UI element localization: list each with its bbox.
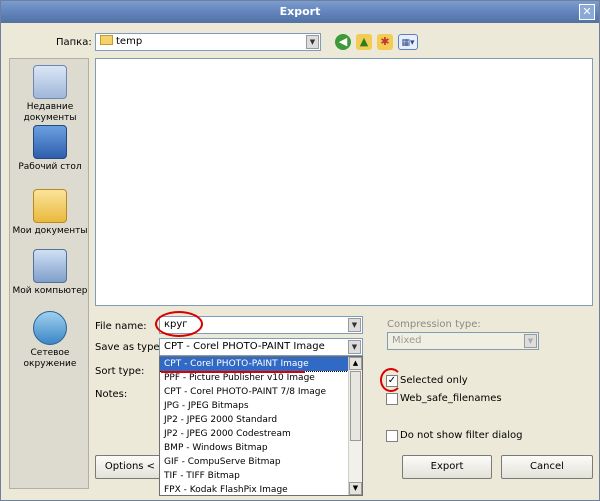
- my-documents-icon: [33, 189, 67, 223]
- no-filter-dialog-label[interactable]: Do not show filter dialog: [400, 430, 523, 441]
- no-filter-dialog-checkbox[interactable]: [386, 430, 398, 442]
- savetype-option[interactable]: JP2 - JPEG 2000 Codestream: [160, 427, 362, 441]
- file-list[interactable]: [95, 58, 593, 306]
- place-label: Рабочий стол: [18, 162, 82, 172]
- selected-only-label[interactable]: Selected only: [400, 375, 468, 386]
- savetype-option[interactable]: JPG - JPEG Bitmaps: [160, 399, 362, 413]
- dropdown-scrollbar[interactable]: ▲ ▼: [348, 357, 362, 495]
- scroll-thumb[interactable]: [350, 371, 361, 441]
- place-network[interactable]: Сетевое окружение: [10, 311, 90, 370]
- savetype-option[interactable]: CPT - Corel PHOTO-PAINT Image: [160, 357, 362, 372]
- savetype-option[interactable]: GIF - CompuServe Bitmap: [160, 455, 362, 469]
- sorttype-label: Sort type:: [95, 366, 145, 377]
- compression-label: Compression type:: [387, 319, 481, 330]
- place-desktop[interactable]: Рабочий стол: [10, 125, 90, 173]
- cancel-button[interactable]: Cancel: [501, 455, 593, 479]
- place-label: Недавние документы: [23, 102, 77, 123]
- place-recent-documents[interactable]: Недавние документы: [10, 65, 90, 124]
- savetype-option[interactable]: CPT - Corel PHOTO-PAINT 7/8 Image: [160, 385, 362, 399]
- new-folder-icon[interactable]: ✱: [377, 34, 393, 50]
- place-label: Мои документы: [12, 226, 88, 236]
- network-icon: [33, 311, 67, 345]
- scroll-down-icon[interactable]: ▼: [349, 482, 362, 495]
- place-label: Мой компьютер: [12, 286, 88, 296]
- web-safe-checkbox[interactable]: [386, 393, 398, 405]
- folder-icon: [100, 35, 113, 45]
- recent-documents-icon: [33, 65, 67, 99]
- chevron-down-icon[interactable]: ▼: [306, 35, 319, 49]
- savetype-label: Save as type:: [95, 342, 163, 353]
- filename-label: File name:: [95, 321, 147, 332]
- export-dialog: Export ✕ Папка: temp ▼ ◀ ▲ ✱ ▦▾ Недавние…: [0, 0, 600, 501]
- savetype-option[interactable]: FPX - Kodak FlashPix Image: [160, 483, 362, 495]
- view-menu-icon[interactable]: ▦▾: [398, 34, 418, 50]
- savetype-dropdown[interactable]: CPT - Corel PHOTO-PAINT Image PPF - Pict…: [159, 356, 363, 496]
- chevron-down-icon: ▼: [524, 334, 537, 348]
- lookin-combo[interactable]: temp ▼: [95, 33, 321, 51]
- notes-label: Notes:: [95, 389, 128, 400]
- title-bar: Export ✕: [1, 1, 599, 23]
- savetype-option[interactable]: JP2 - JPEG 2000 Standard: [160, 413, 362, 427]
- annotation-circle: [155, 311, 203, 337]
- savetype-value: CPT - Corel PHOTO-PAINT Image: [164, 341, 325, 352]
- options-button[interactable]: Options <: [95, 455, 165, 479]
- up-folder-icon[interactable]: ▲: [356, 34, 372, 50]
- scroll-up-icon[interactable]: ▲: [349, 357, 362, 370]
- export-button[interactable]: Export: [402, 455, 492, 479]
- places-bar: Недавние документы Рабочий стол Мои доку…: [9, 58, 89, 489]
- annotation-underline: [161, 371, 305, 373]
- chevron-down-icon[interactable]: ▼: [348, 340, 361, 354]
- savetype-option[interactable]: BMP - Windows Bitmap: [160, 441, 362, 455]
- compression-value: Mixed: [392, 335, 422, 346]
- chevron-down-icon[interactable]: ▼: [348, 318, 361, 332]
- close-button[interactable]: ✕: [579, 4, 595, 20]
- lookin-value: temp: [116, 36, 143, 47]
- my-computer-icon: [33, 249, 67, 283]
- place-label: Сетевое окружение: [23, 348, 77, 369]
- place-my-documents[interactable]: Мои документы: [10, 189, 90, 237]
- back-icon[interactable]: ◀: [335, 34, 351, 50]
- annotation-arc: [380, 368, 402, 392]
- lookin-label: Папка:: [56, 37, 92, 48]
- savetype-option[interactable]: PPF - Picture Publisher v10 Image: [160, 371, 362, 385]
- place-my-computer[interactable]: Мой компьютер: [10, 249, 90, 297]
- window-title: Export: [279, 5, 321, 18]
- savetype-option[interactable]: TIF - TIFF Bitmap: [160, 469, 362, 483]
- web-safe-label[interactable]: Web_safe_filenames: [400, 393, 502, 404]
- desktop-icon: [33, 125, 67, 159]
- compression-combo[interactable]: Mixed ▼: [387, 332, 539, 350]
- savetype-combo[interactable]: CPT - Corel PHOTO-PAINT Image ▼: [159, 338, 363, 356]
